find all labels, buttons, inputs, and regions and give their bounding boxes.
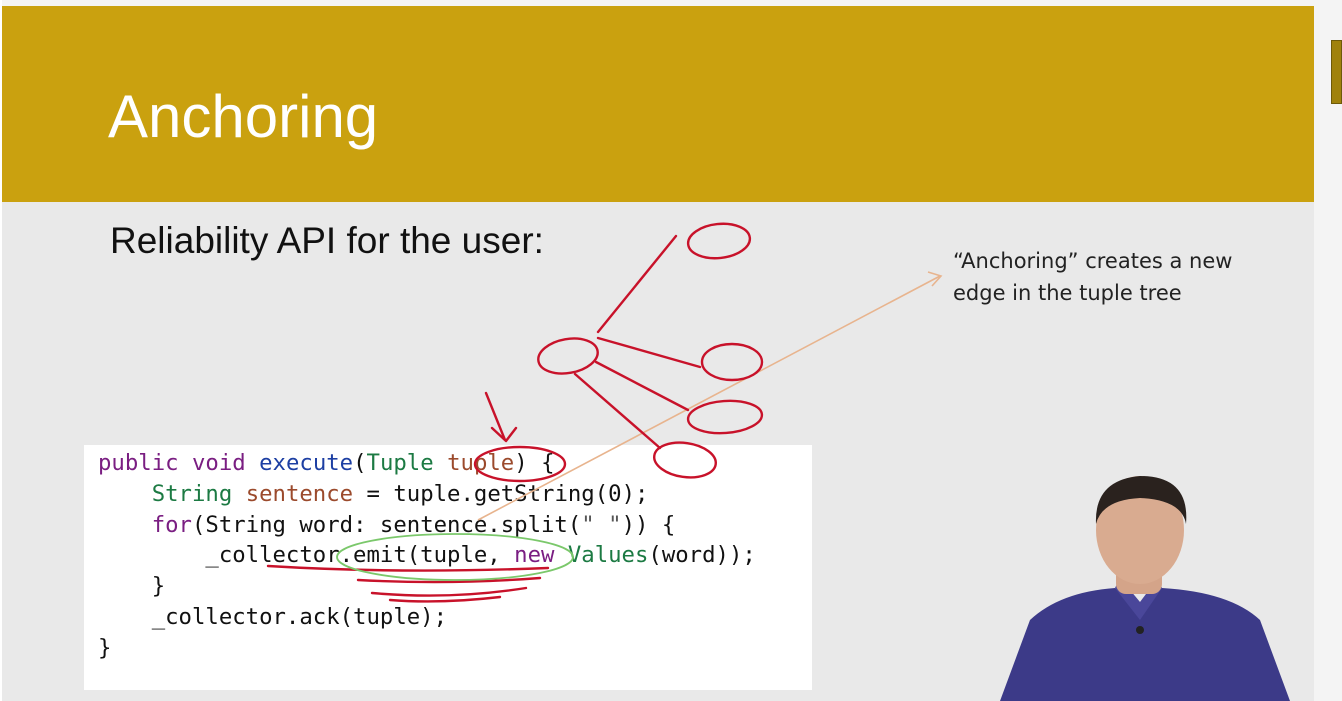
emit-underline-4	[388, 595, 502, 603]
slide: Anchoring Reliability API for the user: …	[0, 0, 1342, 701]
tuple-circle	[473, 445, 567, 483]
emit-underline-1	[266, 564, 550, 572]
down-arrow	[484, 391, 518, 443]
emit-underline-3	[370, 586, 528, 597]
pointer-arrow	[477, 275, 941, 521]
tree-child-node-2	[700, 342, 764, 382]
tree-edge-2	[596, 336, 702, 369]
tree-child-node-1	[686, 222, 752, 260]
tree-root-node	[537, 337, 599, 375]
tree-edge-4	[573, 372, 662, 450]
tree-child-node-4	[653, 441, 717, 479]
presenter-mic	[1136, 626, 1144, 634]
presenter-figure	[1000, 476, 1290, 701]
emit-circle	[336, 533, 574, 581]
tree-edge-1	[596, 234, 678, 334]
